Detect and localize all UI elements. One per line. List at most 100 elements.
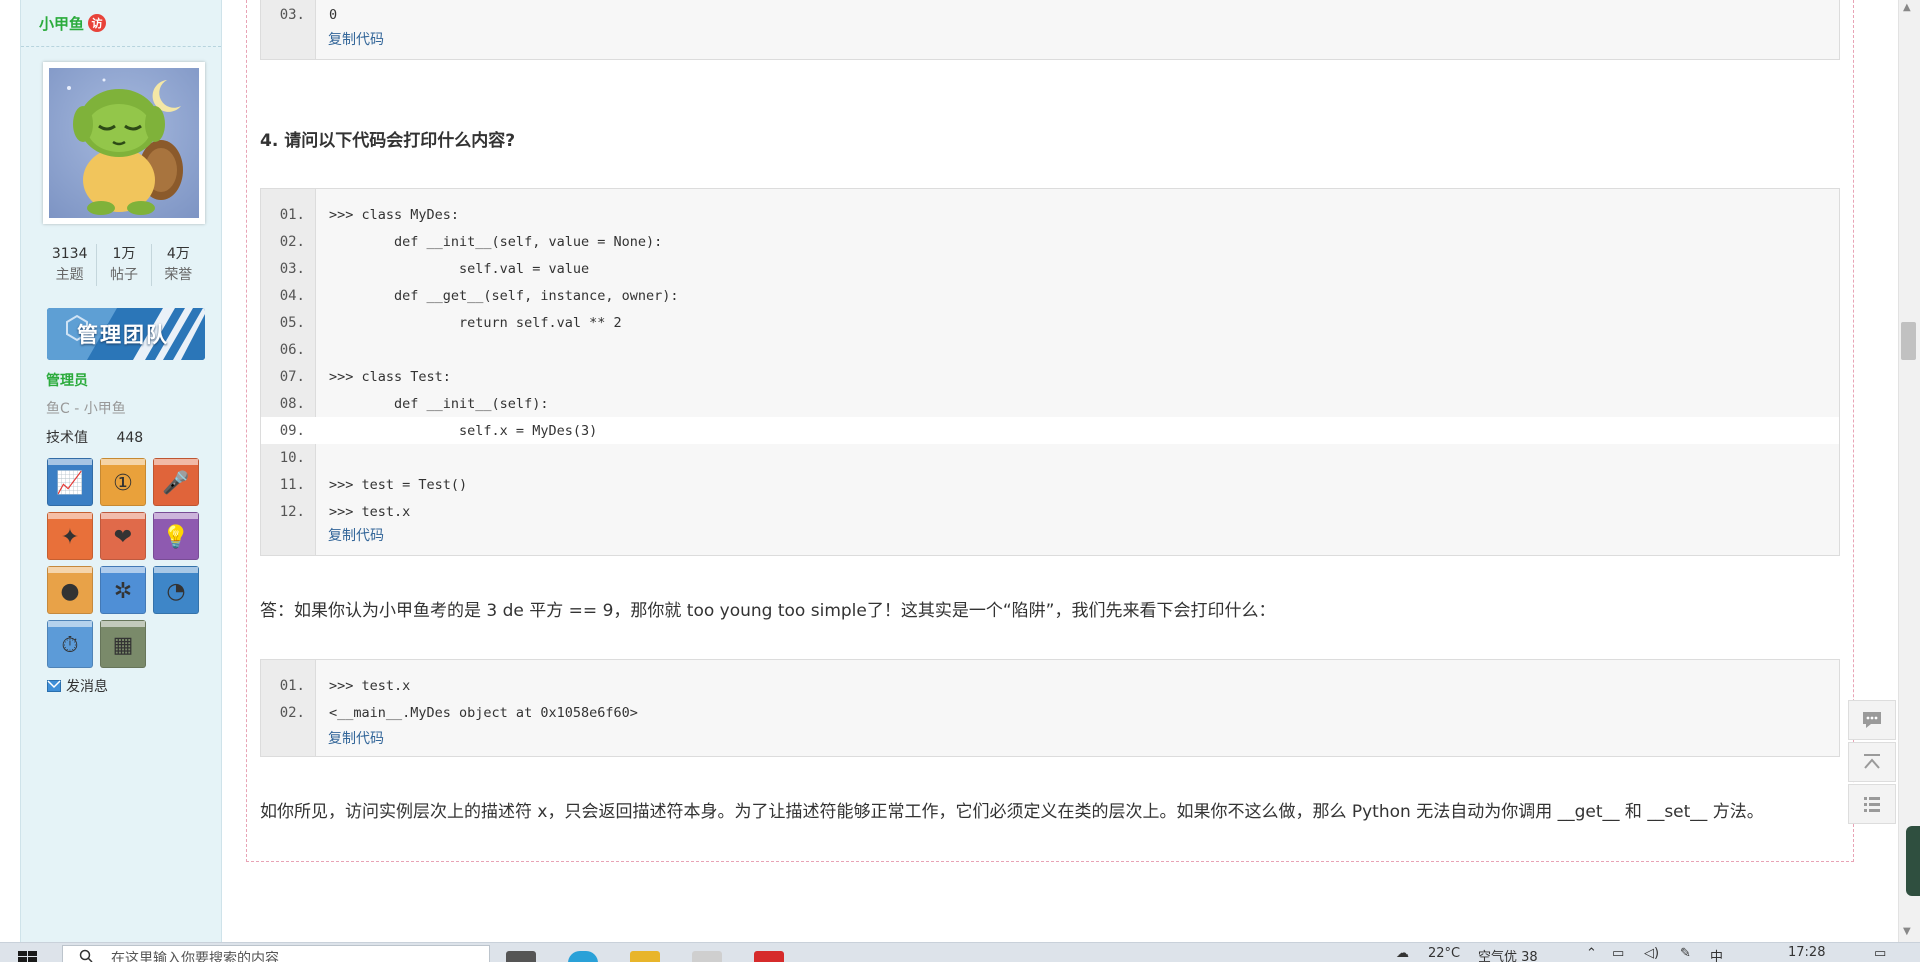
medal-top-bar [154,513,198,519]
code-text: return self.val ** 2 [329,314,622,331]
question-heading: 4. 请问以下代码会打印什么内容? [260,131,516,151]
user-group[interactable]: 管理员 [46,370,88,390]
windows-taskbar: 在这里输入你要搜索的内容 ☁ 22°C 空气优 38 ⌃ ▭ ◁) ✎ 中 17… [0,942,1920,962]
send-message-label: 发消息 [66,679,108,695]
scroll-up-arrow-icon[interactable]: ▲ [1903,2,1911,13]
stat-honor[interactable]: 4万 荣誉 [152,244,205,286]
volume-icon[interactable]: ◁) [1644,946,1659,961]
tray-chevron-icon[interactable]: ⌃ [1586,946,1597,961]
weather-cloud-icon[interactable]: ☁ [1396,946,1409,961]
code-line: 01. >>> test.x [261,672,1839,699]
egg-medal-icon[interactable]: ● [47,566,93,614]
gear-medal-icon[interactable]: ✲ [100,566,146,614]
photo-medal-icon[interactable]: ▦ [100,620,146,668]
wps-office-icon[interactable] [754,951,784,962]
line-number: 03. [279,260,305,277]
code-text: def __init__(self): [329,395,549,412]
code-line: 03. self.val = value [261,255,1839,282]
line-number: 06. [279,341,305,358]
input-method-icon[interactable]: 中 [1710,946,1723,962]
star-medal-icon[interactable]: ✦ [47,512,93,560]
send-message-button[interactable]: 发消息 [47,676,108,696]
edge-browser-icon[interactable] [568,951,598,962]
copy-code-link[interactable]: 复制代码 [328,728,384,748]
medal-top-bar [101,459,145,465]
forum-page: 小甲鱼 访 3134 主题 1万 帖子 4万 荣誉 管理团队 管理员 鱼C - … [0,0,1920,962]
first-place-medal-icon[interactable]: ① [100,458,146,506]
username-link[interactable]: 小甲鱼 [39,13,84,34]
code-line: 12. >>> test.x [261,498,1839,525]
file-explorer-icon[interactable] [630,951,660,962]
medal-grid: 📈 ① 🎤 ✦ ❤ 💡 ● ✲ ◔ ⏱ ▦ [47,458,205,668]
visitor-badge-icon: 访 [88,14,107,32]
user-stats: 3134 主题 1万 帖子 4万 荣誉 [43,244,205,286]
code-text: <__main__.MyDes object at 0x1058e6f60> [329,704,638,721]
line-number: 04. [279,287,305,304]
medal-glyph: ✲ [113,579,133,604]
notepad-icon[interactable] [692,951,722,962]
scroll-down-arrow-icon[interactable]: ▼ [1903,926,1911,937]
medal-top-bar [154,567,198,573]
medal-top-bar [48,459,92,465]
weather-temperature[interactable]: 22°C [1428,946,1460,961]
back-to-top-icon [1864,754,1880,769]
back-to-list-button[interactable] [1848,784,1896,824]
avatar[interactable] [43,62,205,224]
weather-air-quality[interactable]: 空气优 38 [1478,946,1538,962]
tech-value-number: 448 [116,430,144,446]
stat-topics-label: 主题 [55,267,84,283]
stat-topics[interactable]: 3134 主题 [43,244,98,286]
floating-tools [1848,700,1896,826]
line-number: 12. [279,503,305,520]
line-number: 09. [279,422,305,439]
line-number: 01. [279,206,305,223]
notification-icon[interactable]: ▭ [1874,946,1886,961]
code-lines: 01. >>> test.x 02. <__main__.MyDes object a… [261,660,1839,726]
copy-code-link[interactable]: 复制代码 [328,525,384,545]
code-text: >>> test.x [329,677,411,694]
quick-reply-button[interactable] [1848,700,1896,740]
page-scrollbar[interactable] [1898,0,1920,942]
clock-time[interactable]: 17:28 [1788,945,1825,960]
taskbar-search-input[interactable]: 在这里输入你要搜索的内容 [62,945,490,962]
tech-value-label: 技术值 [46,430,88,446]
chart-medal-icon[interactable]: 📈 [47,458,93,506]
windows-start-icon[interactable] [18,951,38,962]
code-line: 03. 0 [261,1,1839,28]
code-line: 09. self.x = MyDes(3) [261,417,1839,444]
scrollbar-thumb[interactable] [1901,322,1916,360]
code-line: 02. def __init__(self, value = None): [261,228,1839,255]
answer-paragraph: 答：如果你认为小甲鱼考的是 3 de 平方 == 9，那你就 too young… [260,601,1276,621]
task-view-icon[interactable] [506,951,536,962]
code-lines: 01. >>> class MyDes: 02. def __init__(self… [261,189,1839,525]
pen-icon[interactable]: ✎ [1680,946,1691,961]
stat-posts[interactable]: 1万 帖子 [97,244,152,286]
medal-glyph: ✦ [60,525,80,550]
lightbulb-medal-icon[interactable]: 💡 [153,512,199,560]
clock-medal-icon[interactable]: ◔ [153,566,199,614]
envelope-icon [47,680,61,692]
search-placeholder: 在这里输入你要搜索的内容 [111,951,279,962]
back-to-top-button[interactable] [1848,742,1896,782]
line-number: 05. [279,314,305,331]
medal-glyph: ▦ [112,633,134,658]
code-text: self.val = value [329,260,590,277]
medal-top-bar [101,513,145,519]
network-icon[interactable]: ▭ [1612,946,1624,961]
user-header: 小甲鱼 访 [21,0,221,47]
medal-top-bar [48,567,92,573]
line-number: 08. [279,395,305,412]
heart-medal-icon[interactable]: ❤ [100,512,146,560]
line-number: 11. [279,476,305,493]
code-block-2: 01. >>> class MyDes: 02. def __init__(self… [260,188,1840,556]
medal-glyph: ◔ [166,579,186,604]
stopwatch-medal-icon[interactable]: ⏱ [47,620,93,668]
medal-glyph: ● [60,579,80,604]
copy-code-link[interactable]: 复制代码 [328,29,384,49]
microphone-medal-icon[interactable]: 🎤 [153,458,199,506]
line-number: 01. [279,677,305,694]
code-text: >>> test = Test() [329,476,468,493]
code-line: 04. def __get__(self, instance, owner): [261,282,1839,309]
list-icon [1864,797,1880,812]
side-widget-tab[interactable] [1906,826,1920,896]
